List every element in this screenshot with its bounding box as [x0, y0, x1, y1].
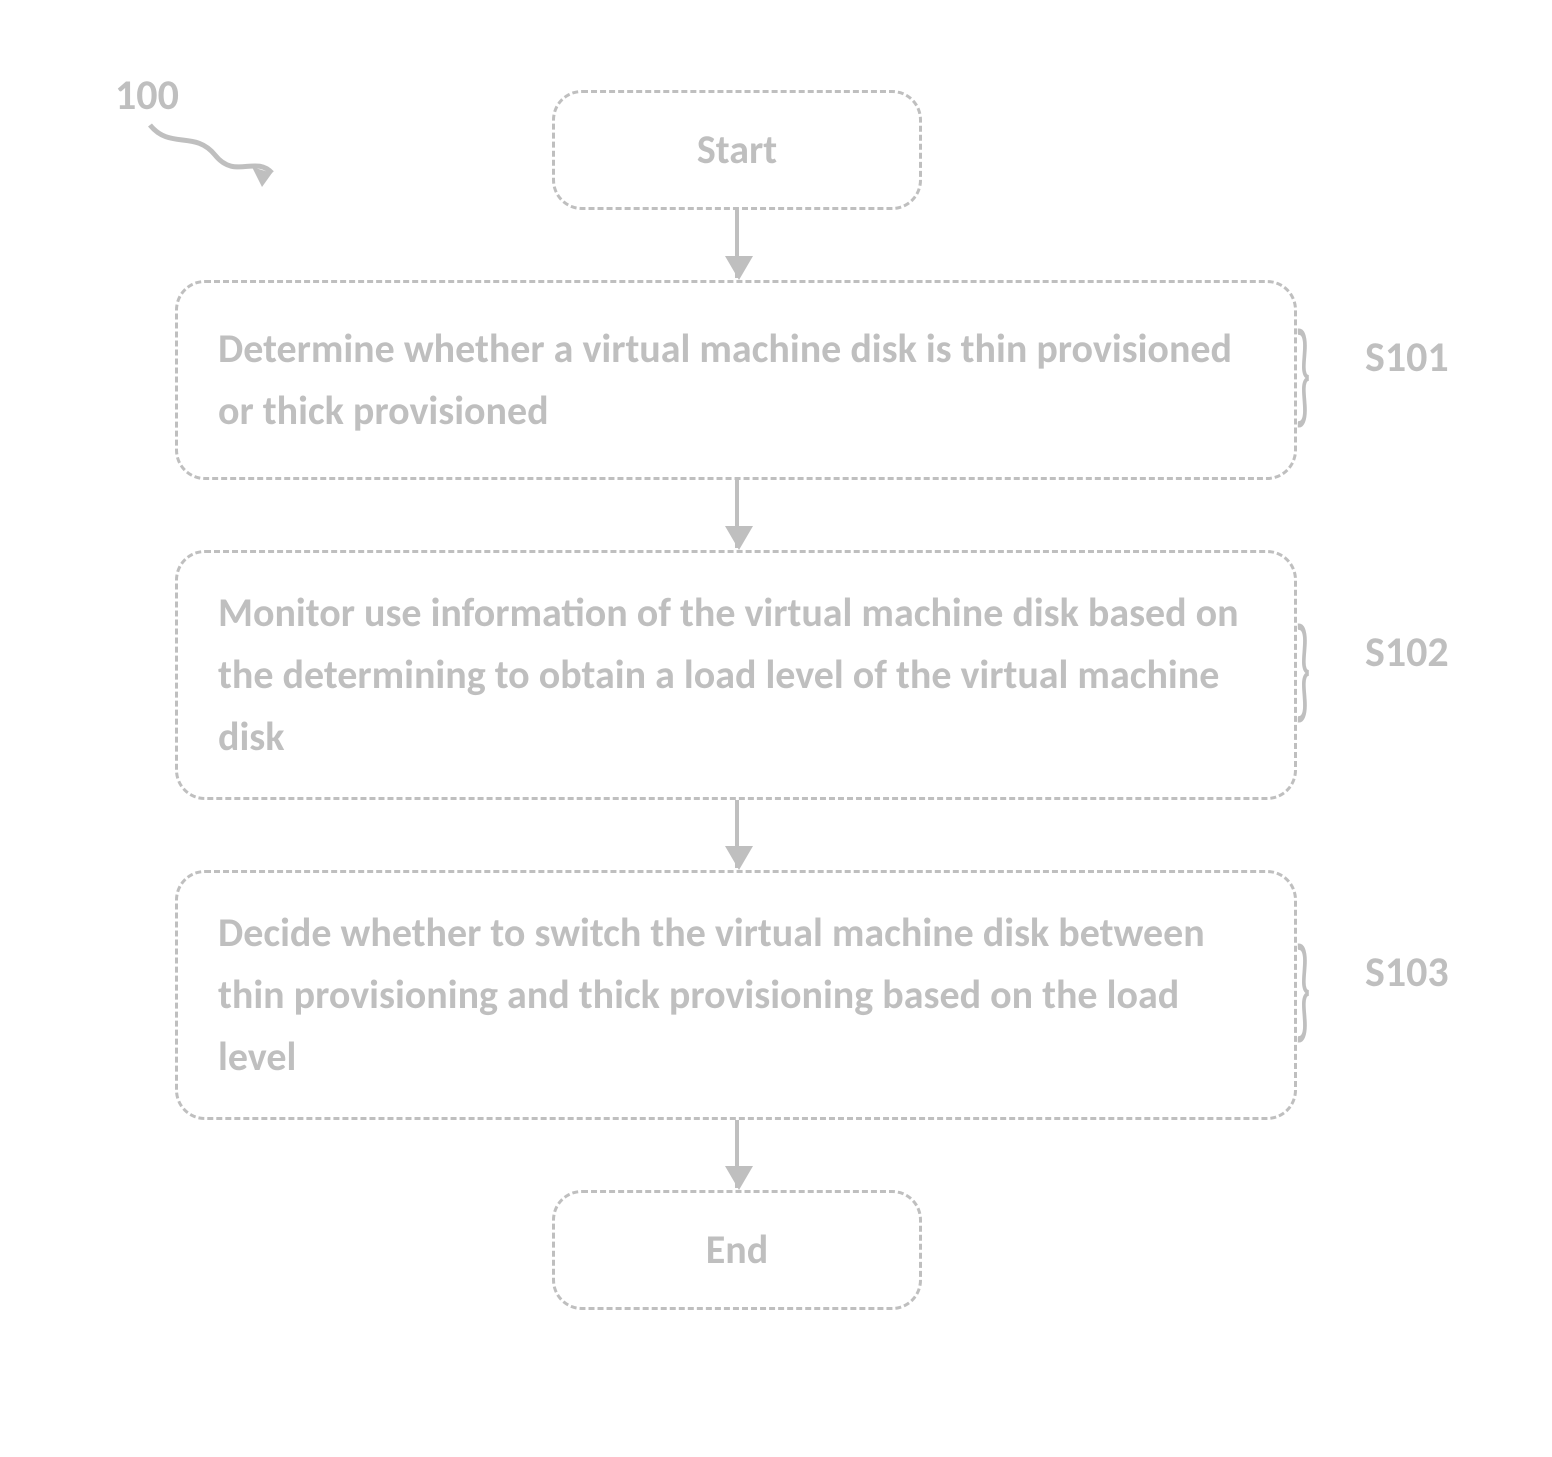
ref-s101: S101 [1365, 332, 1449, 383]
end-label: End [706, 1219, 768, 1281]
ref-s102: S102 [1365, 627, 1449, 678]
start-label: Start [697, 119, 777, 181]
end-node: End [552, 1190, 922, 1310]
brace-s101: } [1295, 302, 1311, 444]
step-s103: Decide whether to switch the virtual mac… [175, 870, 1297, 1120]
arrow-start-to-s101 [735, 210, 739, 278]
figure-ref-arrow [140, 115, 300, 195]
arrow-s101-to-s102 [735, 480, 739, 548]
arrow-s102-to-s103 [735, 800, 739, 868]
figure-ref-100: 100 [115, 70, 179, 121]
flowchart-canvas: 100 Start Determine whether a virtual ma… [0, 0, 1552, 1457]
step-s103-text: Decide whether to switch the virtual mac… [218, 902, 1254, 1088]
ref-s103: S103 [1365, 947, 1449, 998]
step-s102: Monitor use information of the virtual m… [175, 550, 1297, 800]
brace-s102: } [1295, 597, 1311, 739]
step-s102-text: Monitor use information of the virtual m… [218, 582, 1254, 768]
arrow-s103-to-end [735, 1120, 739, 1188]
step-s101: Determine whether a virtual machine disk… [175, 280, 1297, 480]
start-node: Start [552, 90, 922, 210]
brace-s103: } [1295, 917, 1311, 1059]
step-s101-text: Determine whether a virtual machine disk… [218, 318, 1254, 442]
